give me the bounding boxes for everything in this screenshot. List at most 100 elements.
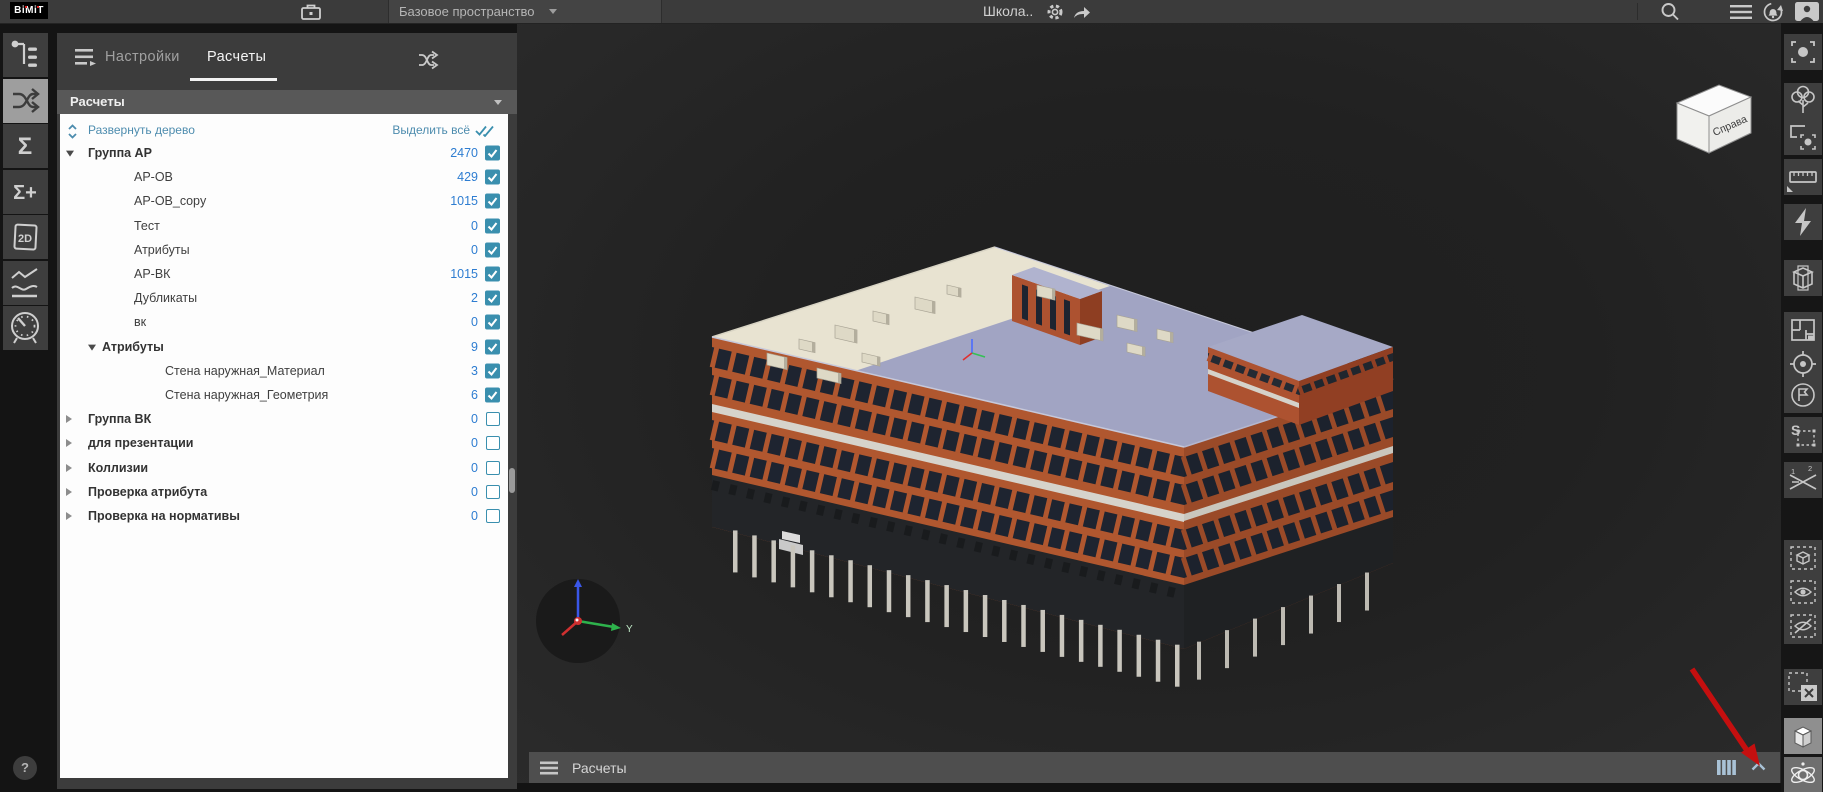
logo-red-dot — [25, 6, 27, 8]
tree-row[interactable]: Коллизии0 — [60, 455, 508, 479]
workspace-selector[interactable]: Базовое пространство — [388, 0, 662, 23]
panel-scrollbar-thumb[interactable] — [509, 468, 515, 493]
tree-row[interactable]: Атрибуты0 — [60, 238, 508, 262]
tree-row-checkbox[interactable] — [485, 170, 500, 185]
ruler-button[interactable] — [1784, 159, 1822, 195]
floorplan-button[interactable] — [1784, 312, 1822, 348]
solid-cube-button[interactable] — [1784, 718, 1822, 754]
menu-icon[interactable] — [540, 761, 558, 775]
tree-row-checkbox[interactable] — [485, 267, 500, 282]
section-box-button[interactable] — [1784, 260, 1822, 296]
shuffle-checks-button[interactable] — [3, 79, 48, 123]
3d-viewport[interactable]: Справа Y — [517, 23, 1781, 792]
selection-set-button[interactable]: S — [1784, 417, 1822, 453]
tree-row-checkbox[interactable] — [486, 436, 500, 450]
tree-row-checkbox[interactable] — [485, 218, 500, 233]
caret-expanded-icon[interactable] — [88, 344, 96, 350]
flash-button[interactable] — [1784, 204, 1822, 240]
navigation-cube[interactable]: Справа — [1677, 85, 1751, 153]
select-all-doublecheck-icon[interactable] — [475, 124, 495, 137]
tree-row[interactable]: Группа АР2470 — [60, 141, 508, 165]
tree-row-checkbox[interactable] — [485, 291, 500, 306]
zoom-fit-button[interactable] — [1784, 34, 1822, 70]
flag-icon — [1784, 377, 1822, 413]
tree-row[interactable]: вк0 — [60, 310, 508, 334]
sigma-button[interactable]: Σ — [3, 124, 48, 168]
tree-row[interactable]: Атрибуты9 — [60, 335, 508, 359]
indent-menu-icon[interactable] — [75, 47, 97, 67]
tree-row[interactable]: АР-ВК1015 — [60, 262, 508, 286]
2d-view-button[interactable]: 2D — [3, 215, 48, 259]
tree-row-checkbox[interactable] — [485, 387, 500, 402]
shuffle-checks-small-icon[interactable] — [418, 50, 440, 70]
sigma-plus-button[interactable]: Σ+ — [3, 170, 48, 214]
flag-button[interactable] — [1784, 377, 1822, 413]
clear-selection-button[interactable] — [1784, 669, 1822, 705]
show-box-button[interactable] — [1784, 574, 1822, 610]
caret-collapsed-icon[interactable] — [66, 512, 72, 520]
tree-row-checkbox[interactable] — [485, 242, 500, 257]
tree-row-checkbox[interactable] — [485, 363, 500, 378]
clash-numbers-icon: 1 2 — [1784, 462, 1822, 498]
select-all-link[interactable]: Выделить всё — [392, 123, 470, 137]
vegetation-button[interactable] — [1784, 83, 1822, 119]
gauge-icon — [3, 306, 48, 350]
tree-row[interactable]: Проверка атрибута0 — [60, 480, 508, 504]
tree-row[interactable]: Проверка на нормативы0 — [60, 504, 508, 528]
tree-row-checkbox[interactable] — [485, 146, 500, 161]
caret-collapsed-icon[interactable] — [66, 488, 72, 496]
calculations-section-header[interactable]: Расчеты — [57, 90, 517, 114]
section-box-icon — [1784, 260, 1822, 296]
search-icon[interactable] — [1656, 0, 1684, 23]
tree-row-count: 6 — [471, 388, 478, 402]
tree-row[interactable]: Стена наружная_Материал3 — [60, 359, 508, 383]
tree-row-checkbox[interactable] — [486, 461, 500, 475]
expand-tree-link[interactable]: Развернуть дерево — [88, 123, 195, 137]
caret-collapsed-icon[interactable] — [66, 439, 72, 447]
axis-gizmo[interactable]: Y — [536, 579, 633, 663]
help-button[interactable]: ? — [13, 756, 37, 780]
share-icon[interactable] — [1070, 0, 1094, 23]
settings-gear-icon[interactable] — [1044, 0, 1066, 23]
model-tree-button[interactable] — [3, 33, 48, 77]
briefcase-icon[interactable] — [299, 0, 323, 23]
tree-row[interactable]: Дубликаты2 — [60, 286, 508, 310]
notifications-sync-icon[interactable] — [1760, 0, 1786, 23]
3d-model-building[interactable] — [712, 247, 1393, 687]
orbit-button[interactable] — [1784, 757, 1822, 792]
zoom-selection-button[interactable] — [1784, 119, 1822, 155]
list-icon[interactable] — [1728, 0, 1754, 23]
tree-row-checkbox[interactable] — [485, 339, 500, 354]
svg-text:2D: 2D — [18, 233, 32, 245]
tab-settings[interactable]: Настройки — [105, 33, 180, 81]
charts-button[interactable] — [3, 261, 48, 305]
caret-collapsed-icon[interactable] — [66, 464, 72, 472]
tree-row-checkbox[interactable] — [486, 485, 500, 499]
tree-row-count: 429 — [457, 170, 478, 184]
hide-box-button[interactable] — [1784, 608, 1822, 644]
user-icon[interactable] — [1794, 0, 1820, 23]
tree-row-checkbox[interactable] — [485, 194, 500, 209]
tree-row[interactable]: АР-ОВ429 — [60, 165, 508, 189]
chevron-up-icon[interactable] — [1751, 762, 1766, 771]
bottom-calculations-bar[interactable]: Расчеты — [529, 752, 1780, 783]
tree-row-checkbox[interactable] — [485, 315, 500, 330]
tree-row-checkbox[interactable] — [486, 509, 500, 523]
tree-row[interactable]: Стена наружная_Геометрия6 — [60, 383, 508, 407]
tree-row[interactable]: Тест0 — [60, 214, 508, 238]
tree-row-label: Дубликаты — [134, 291, 197, 305]
caret-expanded-icon[interactable] — [66, 151, 74, 157]
charts-icon — [3, 261, 48, 305]
app-logo[interactable]: BiMiT — [10, 2, 48, 19]
tree-row[interactable]: для презентации0 — [60, 431, 508, 455]
gauge-button[interactable] — [3, 306, 48, 350]
clash-numbers-button[interactable]: 1 2 — [1784, 462, 1822, 498]
columns-icon[interactable] — [1717, 760, 1736, 775]
caret-collapsed-icon[interactable] — [66, 415, 72, 423]
tree-row[interactable]: Группа ВК0 — [60, 407, 508, 431]
isolate-box-button[interactable] — [1784, 540, 1822, 576]
zoom-selection-icon — [1784, 119, 1822, 155]
tree-row-checkbox[interactable] — [486, 412, 500, 426]
tab-calculations[interactable]: Расчеты — [207, 33, 266, 81]
tree-row[interactable]: АР-ОВ_copy1015 — [60, 189, 508, 213]
